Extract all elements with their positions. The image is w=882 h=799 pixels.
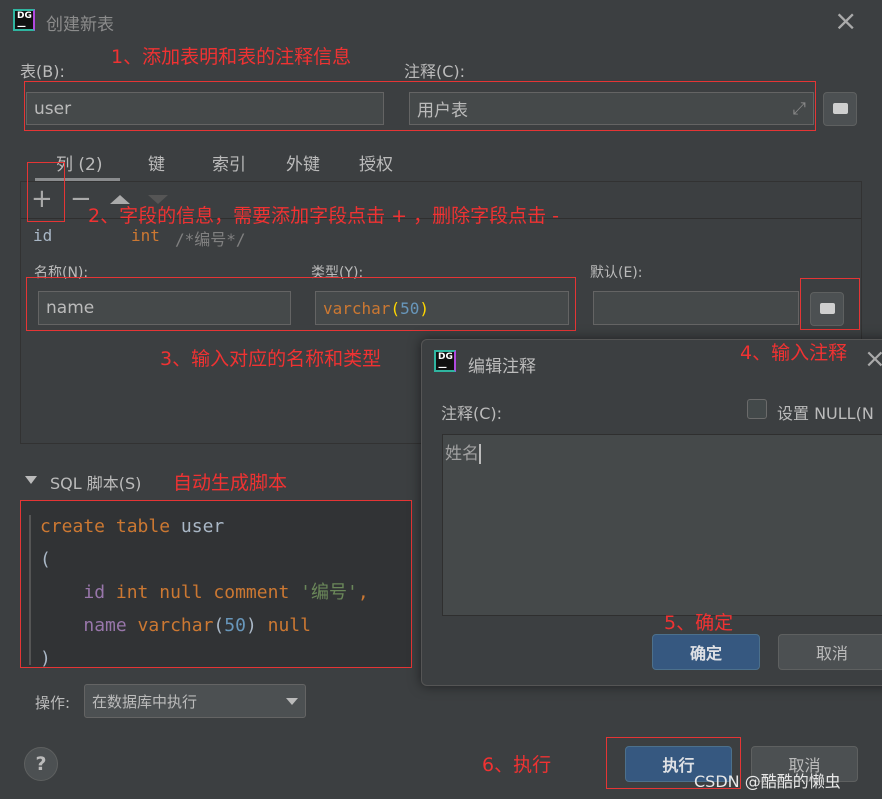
annotation-7: 自动生成脚本: [173, 472, 288, 494]
comment-button[interactable]: [823, 92, 857, 126]
sql-token: '编号': [300, 582, 358, 603]
annotation-6: 6、执行: [482, 754, 552, 776]
tab-keys[interactable]: 键: [148, 150, 165, 175]
sql-token: create table: [40, 516, 181, 537]
dialog-close-icon[interactable]: ×: [864, 344, 882, 374]
annotation-box: [24, 81, 816, 131]
column-comment: /*编号*/: [175, 230, 246, 249]
sql-line: id int null comment '编号',: [40, 576, 369, 609]
annotation-3: 3、输入对应的名称和类型: [160, 348, 382, 370]
dialog-cancel-button[interactable]: 取消: [778, 634, 882, 670]
tab-foreign-keys[interactable]: 外键: [286, 150, 320, 175]
annotation-2: 2、字段的信息，需要添加字段点击 + ，删除字段点击 -: [88, 205, 559, 227]
collapse-icon[interactable]: [25, 476, 37, 484]
dialog-title: 编辑注释: [468, 357, 536, 377]
operation-label: 操作:: [35, 694, 71, 712]
comment-textarea[interactable]: 姓名: [442, 434, 882, 616]
operation-select[interactable]: 在数据库中执行: [84, 684, 306, 718]
comment-dialog: DG — 编辑注释 × 注释(C): 设置 NULL(N 姓名 确定 取消: [421, 339, 882, 686]
comment-text: 姓名: [445, 444, 481, 464]
sql-token: ,: [357, 582, 369, 603]
app-logo: DG —: [434, 350, 456, 373]
close-icon[interactable]: ×: [834, 4, 857, 37]
column-name: id: [33, 226, 53, 245]
null-checkbox[interactable]: [747, 399, 767, 419]
annotation-4: 4、输入注释: [740, 342, 848, 364]
sql-token: user: [180, 516, 225, 537]
dialog-comment-label: 注释(C):: [441, 404, 503, 423]
annotation-box: [27, 162, 65, 222]
sql-token: ): [245, 615, 257, 636]
tab-grants[interactable]: 授权: [359, 150, 393, 175]
sql-token: name: [83, 615, 127, 636]
comment-label: 注释(C):: [404, 62, 466, 81]
column-row[interactable]: id int /*编号*/: [33, 226, 246, 249]
sql-token: varchar: [126, 615, 214, 636]
sql-token: 50: [224, 615, 246, 636]
sql-token: null: [256, 615, 311, 636]
sql-line: ): [40, 642, 369, 675]
sql-line: name varchar(50) null: [40, 609, 369, 642]
tab-indexes[interactable]: 索引: [212, 150, 246, 175]
sql-token: int null comment: [105, 582, 301, 603]
sql-token: (: [40, 549, 51, 570]
sql-token: ): [40, 648, 51, 669]
annotation-5: 5、确定: [664, 612, 734, 634]
ok-button[interactable]: 确定: [652, 634, 760, 670]
annotation-1: 1、添加表明和表的注释信息: [111, 46, 352, 68]
sql-line: create table user: [40, 510, 369, 543]
table-label: 表(B):: [20, 62, 65, 81]
column-type: int: [131, 226, 160, 245]
sql-token: (: [213, 615, 225, 636]
operation-value: 在数据库中执行: [92, 692, 198, 711]
null-label[interactable]: 设置 NULL(N: [777, 400, 874, 424]
default-input[interactable]: [593, 291, 799, 325]
sql-label[interactable]: SQL 脚本(S): [50, 470, 141, 494]
watermark: CSDN @酷酷的懒虫: [694, 772, 841, 791]
window-title: 创建新表: [46, 15, 114, 35]
chevron-down-icon: [286, 697, 298, 705]
app-logo: DG —: [13, 9, 35, 32]
sql-line: (: [40, 543, 369, 576]
default-label: 默认(E):: [590, 265, 643, 281]
sql-token: id: [83, 582, 106, 603]
annotation-box: [800, 278, 860, 330]
annotation-box: [26, 277, 576, 331]
help-button[interactable]: ?: [24, 747, 58, 781]
sql-code: create table user ( id int null comment '…: [40, 510, 369, 675]
fold-gutter: [29, 515, 31, 665]
